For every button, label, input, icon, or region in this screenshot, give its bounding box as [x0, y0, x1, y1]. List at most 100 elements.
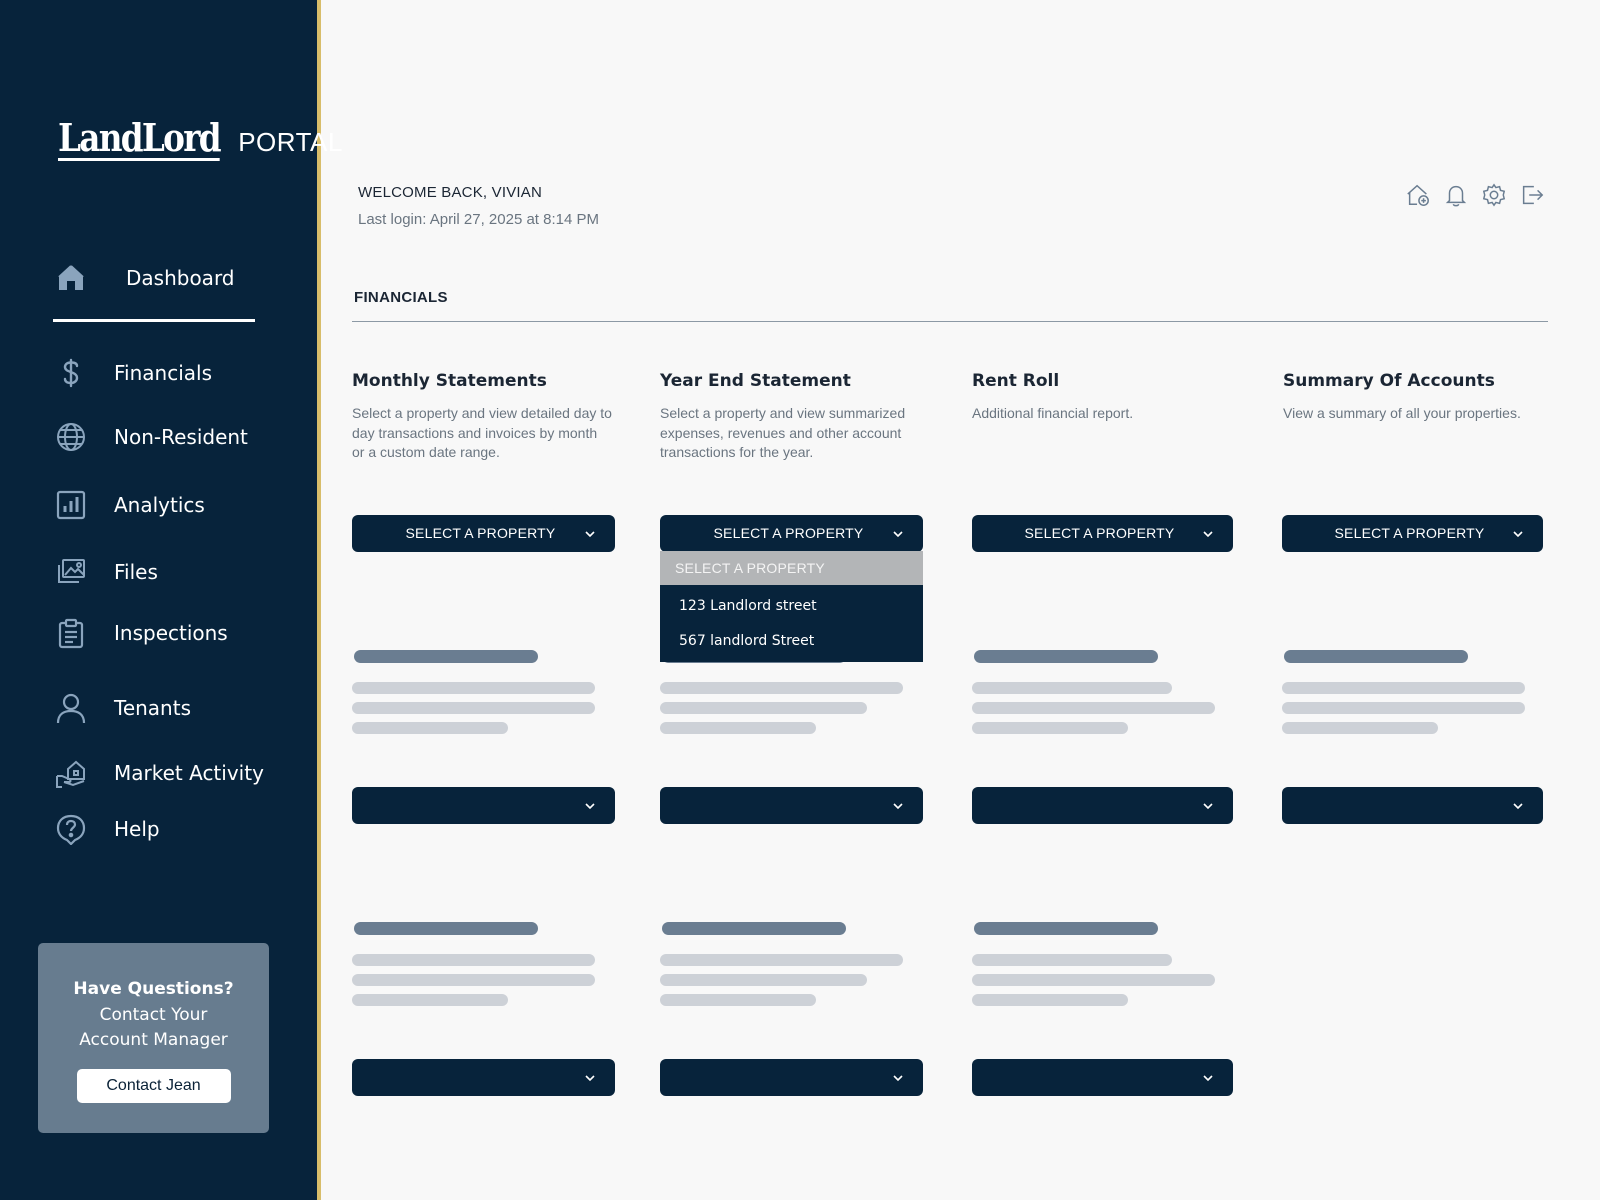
sidebar-item-help[interactable]: Help: [54, 812, 160, 846]
skeleton-line: [972, 702, 1215, 714]
help-card-line: Contact Your: [99, 1005, 208, 1025]
home-icon: [54, 261, 88, 295]
sidebar-item-label: Analytics: [114, 493, 205, 517]
brand-suffix: PORTAL: [238, 127, 343, 157]
monthly-extra-select[interactable]: [352, 1059, 615, 1096]
skeleton-line: [660, 954, 903, 966]
dollar-icon: [54, 356, 88, 390]
section-title: FINANCIALS: [354, 289, 448, 306]
skeleton-line: [352, 702, 595, 714]
card-title: Monthly Statements: [352, 371, 547, 391]
report-card-summary-of-accounts: Summary Of Accounts View a summary of al…: [1283, 371, 1553, 424]
select-label: SELECT A PROPERTY: [405, 525, 556, 541]
skeleton-line: [972, 974, 1215, 986]
skeleton-title: [662, 922, 846, 935]
monthly-period-select[interactable]: [352, 787, 615, 824]
sidebar-item-dashboard[interactable]: Dashboard: [54, 261, 235, 295]
sidebar-item-financials[interactable]: Financials: [54, 356, 212, 390]
sidebar-item-label: Inspections: [114, 621, 228, 645]
globe-icon: [54, 420, 88, 454]
skeleton-title: [974, 922, 1158, 935]
sidebar-item-label: Non-Resident: [114, 425, 248, 449]
skeleton-line: [1282, 682, 1525, 694]
skeleton-line: [972, 682, 1172, 694]
question-icon: [54, 812, 88, 846]
rent-roll-period-select[interactable]: [972, 787, 1233, 824]
skeleton-line: [660, 974, 867, 986]
card-description: View a summary of all your properties.: [1283, 405, 1521, 421]
header-actions: [1404, 181, 1546, 209]
skeleton-line: [352, 954, 595, 966]
sidebar-item-label: Files: [114, 560, 158, 584]
select-label: SELECT A PROPERTY: [1024, 525, 1175, 541]
skeleton-line: [660, 722, 816, 734]
card-description: Select a property and view summarized ex…: [660, 405, 906, 460]
report-card-rent-roll: Rent Roll Additional financial report.: [972, 371, 1222, 424]
dropdown-option[interactable]: 123 Landlord street: [660, 589, 923, 624]
report-card-monthly-statements: Monthly Statements Select a property and…: [352, 371, 612, 463]
sidebar-item-label: Dashboard: [126, 266, 235, 290]
skeleton-line: [972, 954, 1172, 966]
sidebar-item-label: Tenants: [114, 696, 191, 720]
skeleton-line: [660, 994, 816, 1006]
bell-icon[interactable]: [1442, 181, 1470, 209]
skeleton-line: [352, 682, 595, 694]
chevron-down-icon: [1511, 527, 1525, 541]
house-hand-icon: [54, 756, 88, 790]
year-end-property-select[interactable]: SELECT A PROPERTY: [660, 515, 923, 552]
section-divider: [352, 321, 1548, 322]
skeleton-title: [354, 650, 538, 663]
images-icon: [54, 555, 88, 589]
year-end-period-select[interactable]: [660, 787, 923, 824]
skeleton-line: [352, 994, 508, 1006]
chevron-down-icon: [1201, 527, 1215, 541]
home-add-icon[interactable]: [1404, 181, 1432, 209]
last-login-text: Last login: April 27, 2025 at 8:14 PM: [358, 211, 599, 228]
skeleton-line: [660, 702, 867, 714]
sidebar-item-analytics[interactable]: Analytics: [54, 488, 205, 522]
chevron-down-icon: [583, 1071, 597, 1085]
skeleton-line: [1282, 722, 1438, 734]
sidebar-item-label: Financials: [114, 361, 212, 385]
welcome-message: WELCOME BACK, VIVIAN: [358, 184, 543, 201]
help-card-line: Account Manager: [79, 1030, 228, 1050]
sidebar-item-non-resident[interactable]: Non-Resident: [54, 420, 248, 454]
sidebar-item-label: Market Activity: [114, 761, 264, 785]
skeleton-line: [660, 682, 903, 694]
bar-chart-icon: [54, 488, 88, 522]
help-card-text: Contact Your Account Manager: [38, 1003, 269, 1053]
sidebar-item-tenants[interactable]: Tenants: [54, 691, 191, 725]
skeleton-line: [1282, 702, 1525, 714]
skeleton-line: [352, 722, 508, 734]
year-end-extra-select[interactable]: [660, 1059, 923, 1096]
card-title: Rent Roll: [972, 371, 1060, 391]
summary-property-select[interactable]: SELECT A PROPERTY: [1282, 515, 1543, 552]
skeleton-line: [972, 722, 1128, 734]
rent-roll-extra-select[interactable]: [972, 1059, 1233, 1096]
sidebar-item-market-activity[interactable]: Market Activity: [54, 756, 264, 790]
dropdown-placeholder-option[interactable]: SELECT A PROPERTY: [660, 551, 923, 585]
skeleton-title: [354, 922, 538, 935]
skeleton-title: [1284, 650, 1468, 663]
chevron-down-icon: [1511, 799, 1525, 813]
dropdown-option[interactable]: 567 landlord Street: [660, 624, 923, 659]
sidebar-item-files[interactable]: Files: [54, 555, 158, 589]
brand-name: LandLord: [58, 115, 222, 161]
card-description: Additional financial report.: [972, 405, 1134, 421]
sidebar-accent-border: [317, 0, 321, 1200]
chevron-down-icon: [891, 1071, 905, 1085]
rent-roll-property-select[interactable]: SELECT A PROPERTY: [972, 515, 1233, 552]
chevron-down-icon: [1201, 799, 1215, 813]
card-description: Select a property and view detailed day …: [352, 405, 612, 460]
brand-logo[interactable]: LandLord PORTAL: [58, 118, 343, 161]
user-icon: [54, 691, 88, 725]
logout-icon[interactable]: [1518, 181, 1546, 209]
sidebar-item-inspections[interactable]: Inspections: [54, 616, 228, 650]
summary-period-select[interactable]: [1282, 787, 1543, 824]
gear-icon[interactable]: [1480, 181, 1508, 209]
card-title: Year End Statement: [660, 371, 851, 391]
contact-manager-button[interactable]: Contact Jean: [76, 1069, 231, 1103]
monthly-property-select[interactable]: SELECT A PROPERTY: [352, 515, 615, 552]
select-label: SELECT A PROPERTY: [713, 525, 864, 541]
skeleton-line: [972, 994, 1128, 1006]
